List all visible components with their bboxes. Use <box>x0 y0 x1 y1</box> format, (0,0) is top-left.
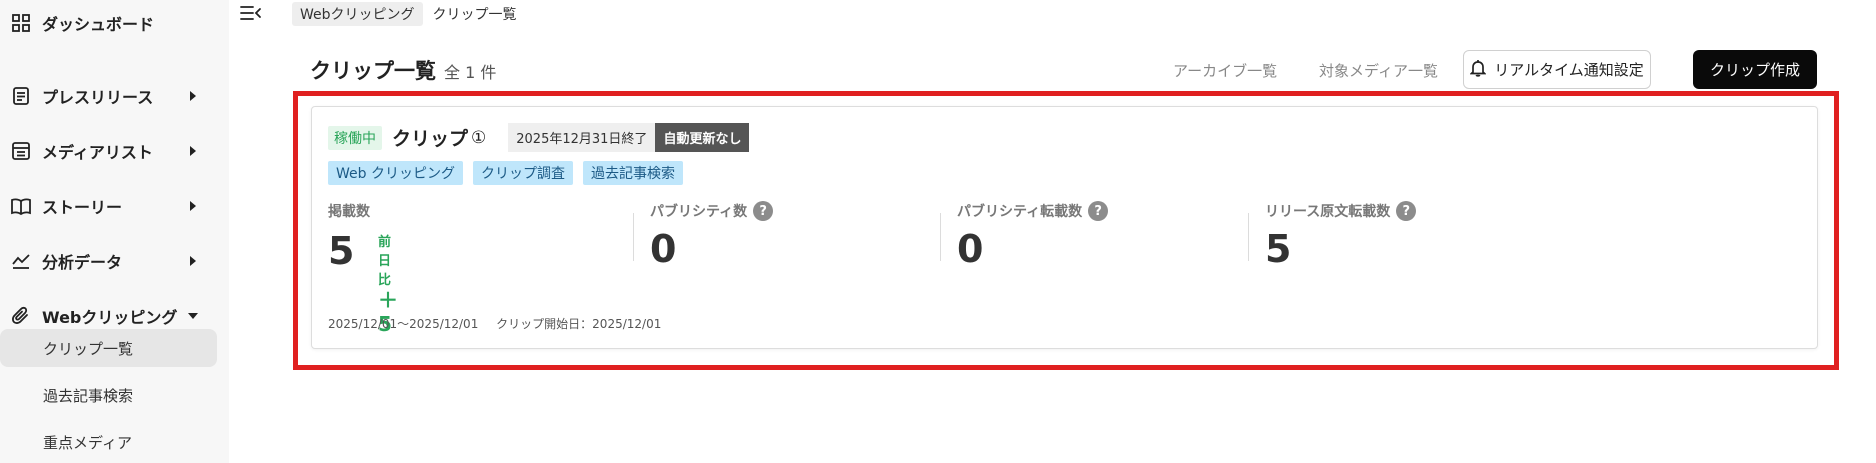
tag: Web クリッピング <box>328 161 463 185</box>
clip-number: ① <box>471 127 487 148</box>
stat-release-reprints: リリース原文転載数 ? 5 <box>1265 201 1417 271</box>
target-media-list-link[interactable]: 対象メディア一覧 <box>1319 60 1438 81</box>
divider <box>940 213 941 261</box>
breadcrumb-link-web-clipping[interactable]: Webクリッピング <box>292 2 423 26</box>
clip-start-date: クリップ開始日：2025/12/01 <box>496 317 662 331</box>
auto-update-badge: 自動更新なし <box>655 123 750 152</box>
sidebar-item-label: 分析データ <box>42 253 123 272</box>
chart-line-icon <box>10 250 32 272</box>
sidebar-item-story[interactable]: ストーリー <box>0 184 229 228</box>
divider <box>633 213 634 261</box>
archive-list-link[interactable]: アーカイブ一覧 <box>1173 60 1277 81</box>
page-title: クリップ一覧 全 1 件 <box>310 55 496 85</box>
help-icon[interactable]: ? <box>753 201 774 221</box>
notify-button-label: リアルタイム通知設定 <box>1494 61 1644 79</box>
dashboard-grid-icon <box>10 12 32 34</box>
stat-label: リリース原文転載数 <box>1265 204 1391 220</box>
create-clip-button[interactable]: クリップ作成 <box>1693 50 1817 89</box>
sidebar-item-label: Webクリッピング <box>42 308 178 327</box>
caret-down-icon <box>187 310 199 322</box>
help-icon[interactable]: ? <box>1396 201 1417 221</box>
stat-label-row: パブリシティ転載数 ? <box>957 201 1109 221</box>
clip-card[interactable]: 稼働中 クリップ ① 2025年12月31日終了 自動更新なし Web クリッピ… <box>311 106 1818 349</box>
tag-list: Web クリッピング クリップ調査 過去記事検索 <box>328 161 683 185</box>
sidebar-item-label: メディアリスト <box>42 143 153 162</box>
stat-publicity-reprints: パブリシティ転載数 ? 0 <box>957 201 1109 271</box>
stat-label: パブリシティ数 <box>650 204 748 220</box>
caret-right-icon <box>187 255 199 267</box>
sidebar-item-label: プレスリリース <box>42 88 154 107</box>
stat-value: 0 <box>957 227 984 271</box>
list-box-icon <box>10 140 32 162</box>
stat-listings: 掲載数 5 前日比 ＋5 <box>328 201 398 336</box>
clip-name[interactable]: クリップ <box>392 124 468 151</box>
stat-value: 5 <box>1265 227 1292 271</box>
stat-label: パブリシティ転載数 <box>957 204 1083 220</box>
sidebar-subitem-label: 重点メディア <box>43 433 132 452</box>
end-date-badge: 2025年12月31日終了 <box>508 123 656 152</box>
stat-label: 掲載数 <box>328 204 370 220</box>
stat-value: 5 <box>328 229 355 273</box>
sidebar-subitem-key-media[interactable]: 重点メディア <box>0 423 217 461</box>
tag: クリップ調査 <box>472 161 573 185</box>
breadcrumb: Webクリッピング クリップ一覧 <box>292 2 517 26</box>
stat-value: 0 <box>650 227 677 271</box>
sidebar-item-analytics[interactable]: 分析データ <box>0 239 229 283</box>
item-count: 全 1 件 <box>444 63 497 82</box>
caret-right-icon <box>187 200 199 212</box>
bell-icon <box>1469 59 1487 81</box>
sidebar-subitem-label: クリップ一覧 <box>43 339 134 358</box>
sidebar-item-label: ダッシュボード <box>42 15 155 34</box>
sidebar: ダッシュボード プレスリリース メディアリスト ストーリー 分析データ Webク… <box>0 0 229 463</box>
sidebar-subitem-clip-list[interactable]: クリップ一覧 <box>0 329 217 367</box>
sidebar-item-dashboard[interactable]: ダッシュボード <box>0 1 229 45</box>
clip-period: 2025/12/01〜2025/12/01 <box>328 317 479 331</box>
caret-right-icon <box>187 145 199 157</box>
caret-right-icon <box>187 90 199 102</box>
paperclip-icon <box>10 305 32 327</box>
delta-label: 前日比 <box>378 235 392 288</box>
stat-publicity: パブリシティ数 ? 0 <box>650 201 774 271</box>
help-icon[interactable]: ? <box>1088 201 1109 221</box>
breadcrumb-current: クリップ一覧 <box>432 7 517 23</box>
clip-period-info: 2025/12/01〜2025/12/01 クリップ開始日：2025/12/01 <box>328 315 661 332</box>
tag: 過去記事検索 <box>582 161 683 185</box>
stat-label-row: リリース原文転載数 ? <box>1265 201 1417 221</box>
page-title-text: クリップ一覧 <box>310 59 436 83</box>
divider <box>1248 213 1249 261</box>
stat-label-row: パブリシティ数 ? <box>650 201 774 221</box>
status-badge: 稼働中 <box>328 125 382 150</box>
document-icon <box>10 85 32 107</box>
sidebar-item-press-release[interactable]: プレスリリース <box>0 74 229 118</box>
sidebar-item-media-list[interactable]: メディアリスト <box>0 129 229 173</box>
sidebar-subitem-past-article-search[interactable]: 過去記事検索 <box>0 376 217 414</box>
sidebar-subitem-label: 過去記事検索 <box>43 386 134 405</box>
collapse-sidebar-icon[interactable] <box>240 4 262 22</box>
book-icon <box>10 195 32 217</box>
sidebar-item-label: ストーリー <box>42 198 123 217</box>
realtime-notification-settings-button[interactable]: リアルタイム通知設定 <box>1463 50 1651 89</box>
